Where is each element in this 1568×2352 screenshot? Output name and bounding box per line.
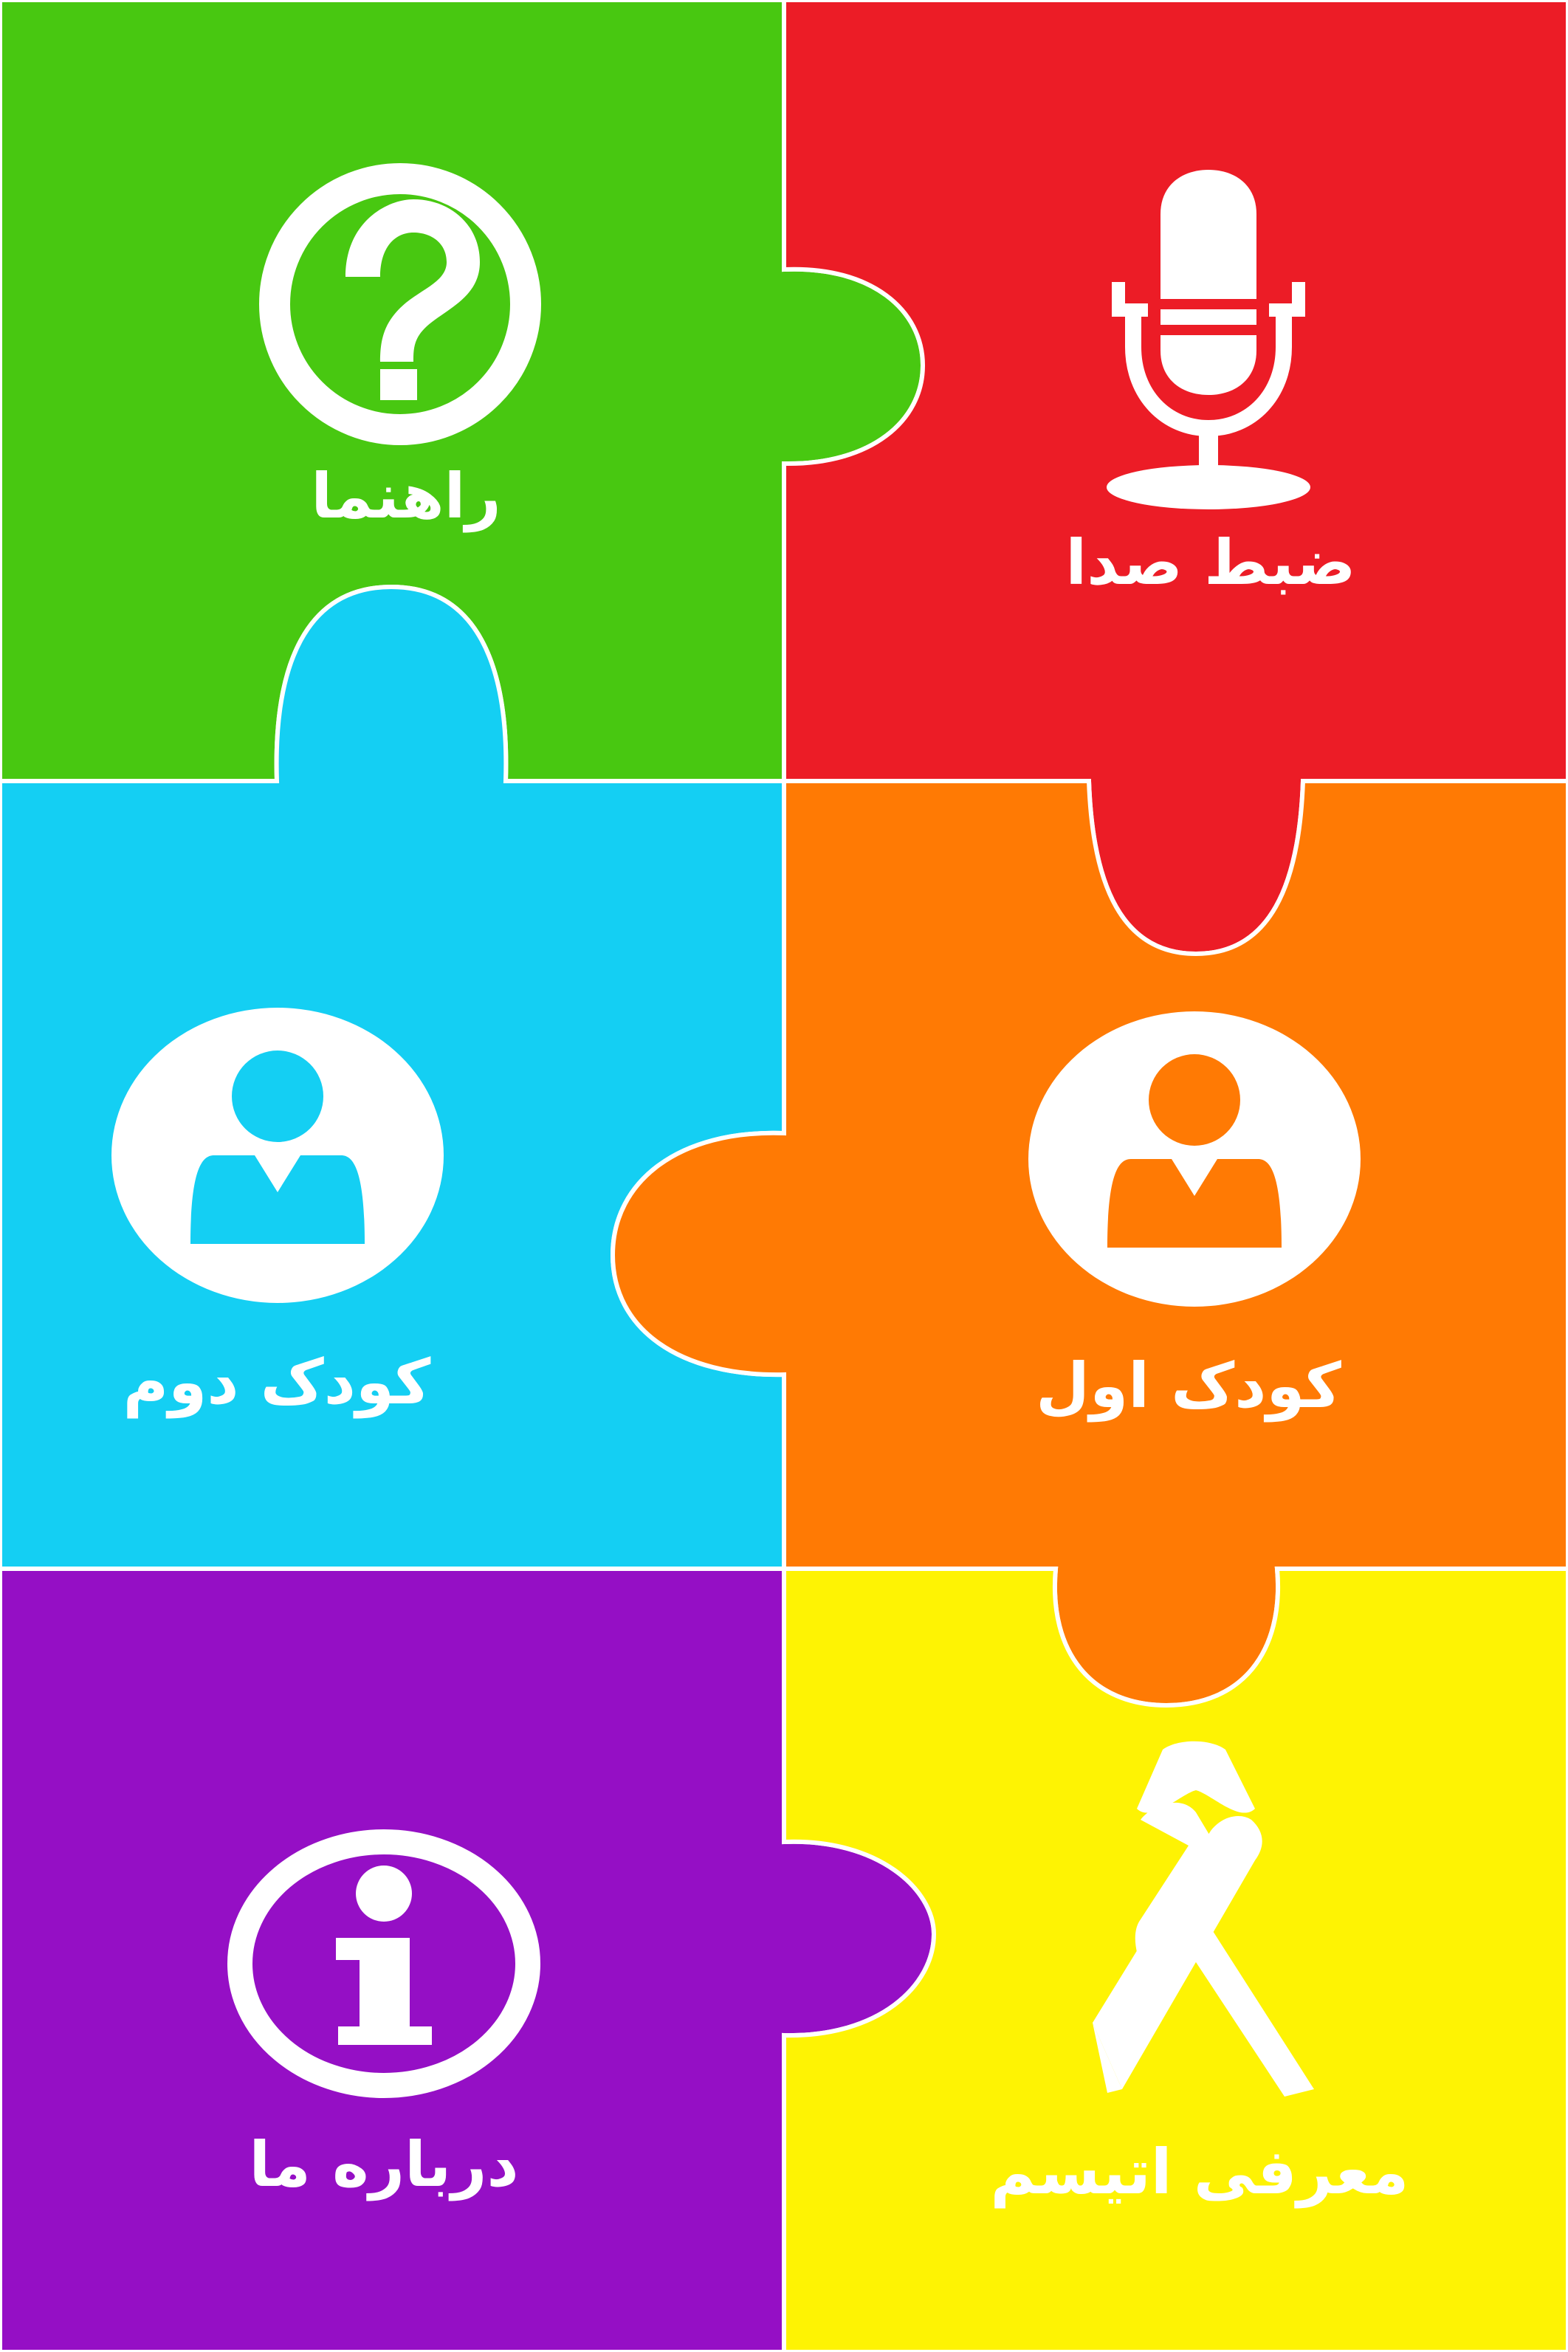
child-one-label: کودک اول [1036,1349,1341,1422]
child-two-label: کودک دوم [123,1346,431,1418]
puzzle-board [0,0,1568,2352]
user-avatar-icon [111,1008,444,1303]
help-label: راهنما [311,460,501,532]
record-label: ضبط صدا [1065,526,1356,599]
user-avatar-icon [1028,1011,1361,1307]
autism-label: معرفی اتیسم [990,2136,1409,2208]
about-label: درباره ما [249,2128,519,2201]
